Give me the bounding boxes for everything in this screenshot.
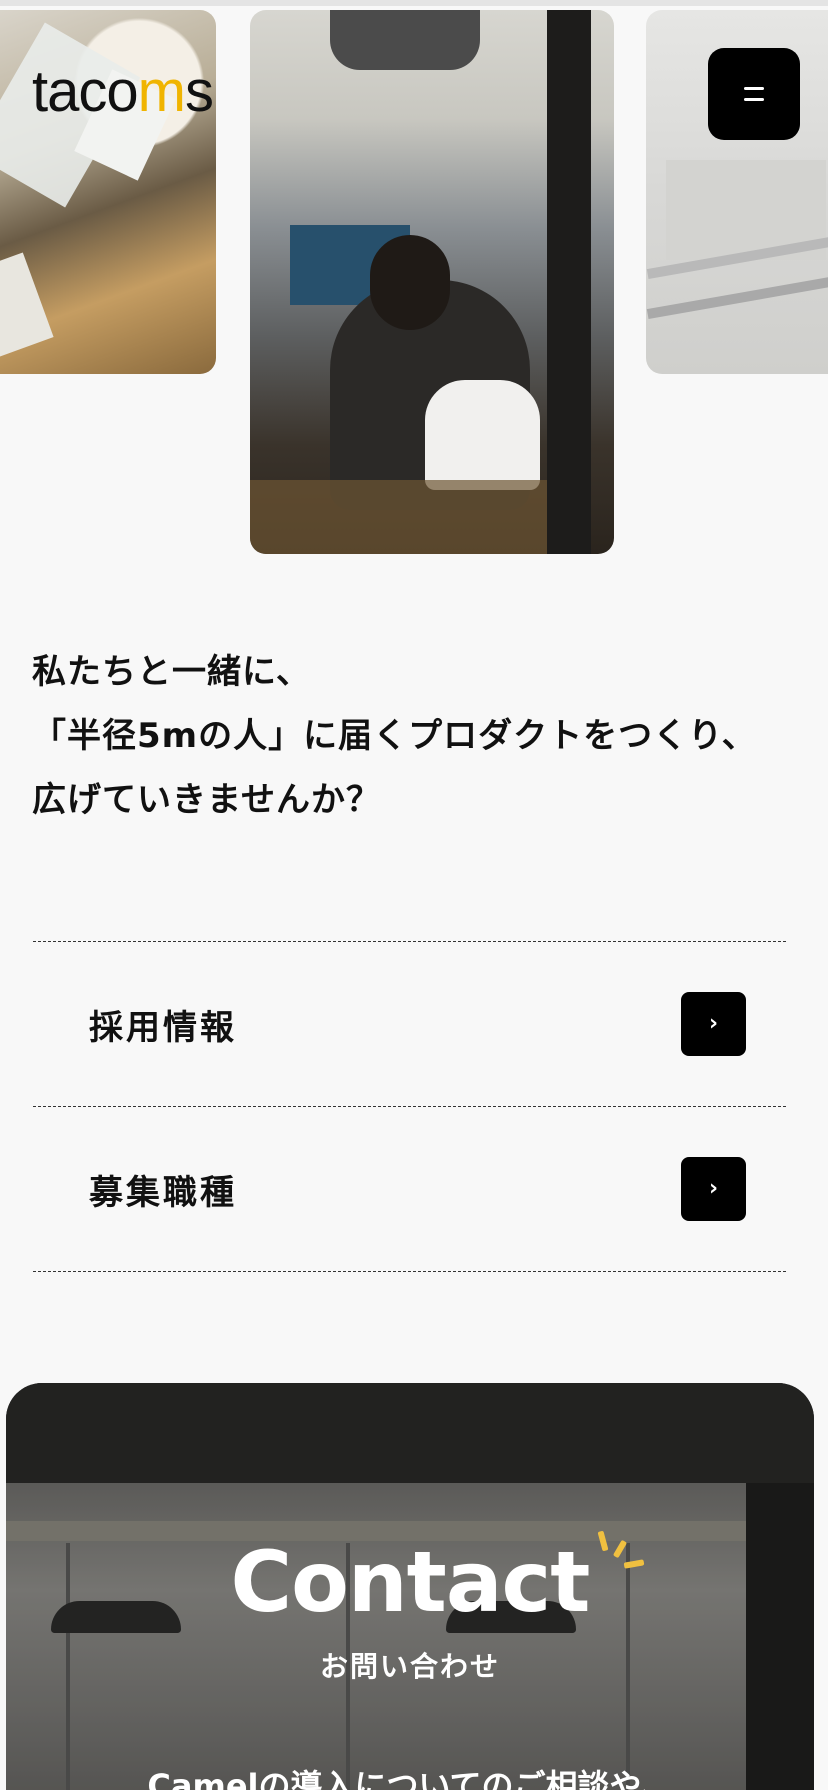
hamburger-icon	[744, 87, 764, 101]
menu-button[interactable]	[708, 48, 800, 140]
logo-text: taco	[32, 59, 139, 124]
recruit-links: 採用情報 › 募集職種 ›	[33, 941, 786, 1272]
link-label: 募集職種	[89, 1172, 237, 1213]
message-line: 「半径5mの人」に届くプロダクトをつくり、	[32, 716, 757, 756]
recruit-message: 私たちと一緒に、 「半径5mの人」に届くプロダクトをつくり、 広げていきませんか…	[32, 640, 812, 832]
page: tacoms 私たちと一緒に、 「半径5mの人」に届くプロダクトをつくり、 広げ…	[0, 0, 828, 1790]
top-border	[0, 0, 828, 6]
job-openings-link[interactable]: 募集職種 ›	[33, 1107, 786, 1272]
chevron-right-icon[interactable]: ›	[681, 992, 746, 1056]
link-label: 採用情報	[89, 1007, 237, 1048]
logo-text-end: s	[184, 59, 214, 124]
message-line: 広げていきませんか？	[32, 780, 381, 820]
message-line: 私たちと一緒に、	[32, 652, 311, 692]
contact-section[interactable]: Contact お問い合わせ Camelの導入についてのご相談や、	[6, 1383, 814, 1790]
tacoms-logo[interactable]: tacoms	[32, 58, 214, 125]
chevron-right-icon[interactable]: ›	[681, 1157, 746, 1221]
hero-photo-center	[250, 10, 614, 554]
contact-subtitle: お問い合わせ	[319, 1650, 500, 1683]
logo-accent-text: m	[137, 59, 186, 124]
contact-title: Contact	[230, 1533, 591, 1631]
contact-description: Camelの導入についてのご相談や、	[147, 1767, 673, 1790]
recruit-info-link[interactable]: 採用情報 ›	[33, 942, 786, 1107]
